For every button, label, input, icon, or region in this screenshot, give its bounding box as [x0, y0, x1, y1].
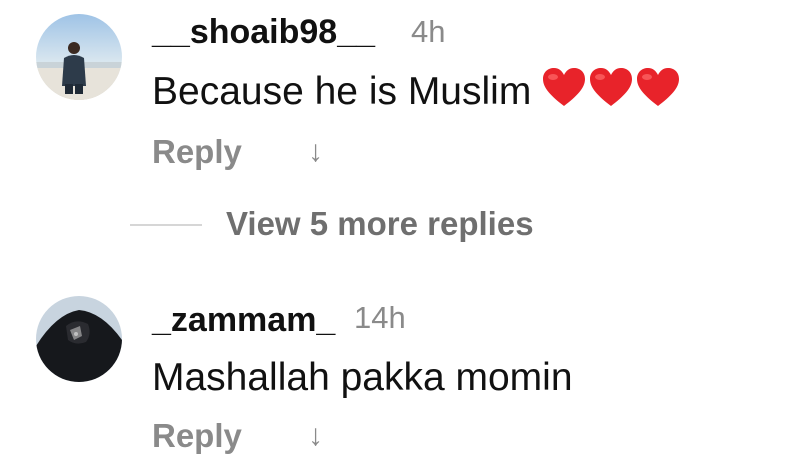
view-more-replies-button[interactable]: View 5 more replies — [226, 204, 534, 244]
arrow-down-icon[interactable]: ↓ — [308, 416, 323, 456]
arrow-down-icon[interactable]: ↓ — [308, 132, 323, 172]
avatar[interactable] — [36, 296, 122, 382]
reply-button[interactable]: Reply — [152, 416, 242, 456]
red-heart-icon — [543, 68, 586, 106]
comment-text: Mashallah pakka momin — [152, 356, 573, 399]
comment-item: _zammam_ 14h Mashallah pakka momin Reply… — [0, 290, 800, 469]
comment-timestamp: 14h — [354, 300, 406, 335]
red-heart-icon — [637, 68, 680, 106]
heart-emoji-group — [541, 66, 682, 120]
user-avatar-photo-icon — [36, 296, 122, 382]
comment-username[interactable]: _zammam_ — [152, 300, 335, 340]
comment-text-content: Because he is Muslim — [152, 70, 532, 113]
divider — [130, 224, 202, 226]
comment-item: __shoaib98__ 4h Because he is Muslim Rep… — [0, 0, 800, 200]
comment-text: Because he is Muslim — [152, 66, 682, 120]
reply-button[interactable]: Reply — [152, 132, 242, 172]
avatar[interactable] — [36, 14, 122, 100]
view-more-replies: View 5 more replies — [0, 200, 800, 248]
user-avatar-photo-icon — [36, 14, 122, 100]
comment-timestamp: 4h — [411, 14, 446, 49]
red-heart-icon — [590, 68, 633, 106]
comment-username[interactable]: __shoaib98__ — [152, 12, 375, 52]
